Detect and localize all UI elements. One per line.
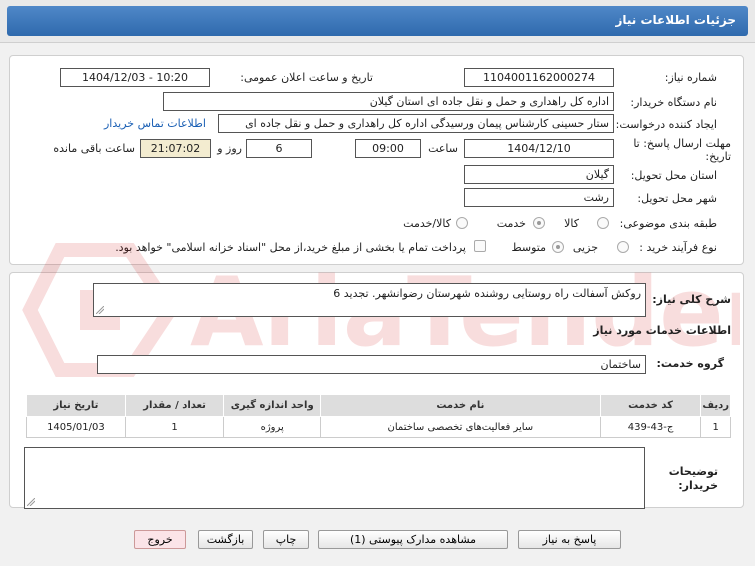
category-radio-service[interactable]: [533, 217, 545, 229]
buyer-org-field: اداره کل راهداری و حمل و نقل جاده ای است…: [163, 92, 614, 111]
province-field: گیلان: [464, 165, 614, 184]
announce-label: تاریخ و ساعت اعلان عمومی:: [240, 71, 373, 84]
category-radio-goods-service[interactable]: [456, 217, 468, 229]
deadline-time-label: ساعت: [428, 142, 458, 155]
remaining-label: ساعت باقی مانده: [53, 142, 135, 155]
cell-quantity: 1: [124, 416, 225, 438]
cell-service-name: سایر فعالیت‌های تخصصی ساختمان: [320, 416, 601, 438]
deadline-label: مهلت ارسال پاسخ: تا تاریخ:: [633, 137, 731, 163]
cell-need-date: 1405/01/03: [26, 416, 126, 438]
payment-note: پرداخت تمام یا بخشی از مبلغ خرید،از محل …: [115, 241, 466, 254]
treasury-checkbox[interactable]: [474, 240, 486, 252]
announce-field: 1404/12/03 - 10:20: [60, 68, 210, 87]
reply-button[interactable]: پاسخ به نیاز: [518, 530, 621, 549]
days-label: روز و: [217, 142, 242, 155]
cell-unit: پروژه: [223, 416, 322, 438]
need-number-label: شماره نیاز:: [664, 71, 717, 84]
need-number-field: 1104001162000274: [464, 68, 614, 87]
city-field: رشت: [464, 188, 614, 207]
col-header-row-number: تاریخ نیاز: [26, 394, 126, 417]
service-group-label: گروه خدمت:: [656, 357, 724, 370]
back-button[interactable]: بازگشت: [198, 530, 253, 549]
view-attachments-button[interactable]: مشاهده مدارک پیوستی (1): [318, 530, 508, 549]
summary-field: روکش آسفالت راه روستایی روشنده شهرستان ر…: [93, 283, 646, 317]
cell-row-index: 1: [700, 416, 731, 438]
header-bar: جزئیات اطلاعات نیاز: [7, 6, 748, 36]
resize-handle-icon[interactable]: [96, 306, 104, 314]
city-label: شهر محل تحویل:: [637, 192, 717, 205]
province-label: استان محل تحویل:: [630, 169, 717, 182]
cell-service-code: ج-43-439: [599, 416, 702, 438]
service-group-field: ساختمان: [97, 355, 646, 374]
notes-resize-handle-icon[interactable]: [27, 498, 35, 506]
category-option-service: خدمت: [496, 217, 526, 230]
category-option-goods-service: کالا/خدمت: [403, 217, 451, 230]
deadline-date-field: 1404/12/10: [464, 139, 614, 158]
buyer-notes-field: [24, 447, 645, 509]
deadline-time-field: 09:00: [355, 139, 421, 158]
table-header-row: تاریخ نیاز تعداد / مقدار واحد اندازه گیر…: [26, 394, 731, 417]
col-header-service-code: کد خدمت: [599, 394, 702, 417]
buyer-notes-label: توضیحات خریدار:: [668, 465, 718, 492]
col-header-unit: واحد اندازه گیری: [223, 394, 322, 417]
process-option-minor: جزیی: [572, 241, 598, 254]
process-option-medium: متوسط: [511, 241, 546, 254]
process-radio-minor[interactable]: [617, 241, 629, 253]
requester-field: ستار حسینی کارشناس پیمان ورسیدگی اداره ک…: [218, 114, 614, 133]
exit-button[interactable]: خروج: [134, 530, 186, 549]
services-table: تاریخ نیاز تعداد / مقدار واحد اندازه گیر…: [26, 394, 731, 438]
category-label: طبقه بندی موضوعی:: [619, 217, 717, 230]
summary-label: شرح کلی نیاز:: [652, 293, 731, 306]
process-label: نوع فرآیند خرید :: [639, 241, 717, 254]
days-field: 6: [246, 139, 312, 158]
remaining-time-field: 21:07:02: [140, 139, 211, 158]
page-title: جزئیات اطلاعات نیاز: [615, 13, 736, 27]
col-header-service-name: نام خدمت: [320, 394, 601, 417]
contact-buyer-link[interactable]: اطلاعات تماس خریدار: [104, 117, 206, 130]
requester-label: ایجاد کننده درخواست:: [615, 118, 717, 131]
print-button[interactable]: چاپ: [263, 530, 309, 549]
category-option-goods: کالا: [564, 217, 579, 230]
page-header: جزئیات اطلاعات نیاز: [0, 0, 755, 43]
table-row: 1405/01/03 1 پروژه سایر فعالیت‌های تخصصی…: [26, 416, 731, 438]
process-radio-medium[interactable]: [552, 241, 564, 253]
services-heading: اطلاعات خدمات مورد نیاز: [593, 324, 731, 337]
col-header-row-index: ردیف: [700, 394, 731, 417]
category-radio-goods[interactable]: [597, 217, 609, 229]
col-header-quantity: تعداد / مقدار: [124, 394, 225, 417]
buyer-org-label: نام دستگاه خریدار:: [630, 96, 717, 109]
